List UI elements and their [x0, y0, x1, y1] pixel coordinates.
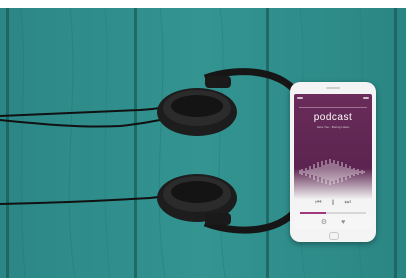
progress-fill: [300, 212, 327, 214]
home-button: [329, 232, 339, 240]
settings-icon: ⚙: [320, 219, 328, 226]
status-dot: [297, 97, 303, 99]
photo: podcast Here You - Boring Listen ⏮ ‖ ⏭ ⚙…: [0, 8, 406, 278]
podcast-title: podcast: [313, 112, 353, 123]
podcast-subtitle: Here You - Boring Listen: [316, 125, 350, 129]
next-icon: ⏭: [344, 199, 351, 206]
smartphone: podcast Here You - Boring Listen ⏮ ‖ ⏭ ⚙…: [290, 82, 376, 242]
phone-speaker: [326, 87, 340, 89]
status-bar: [297, 96, 369, 100]
previous-icon: ⏮: [315, 199, 322, 206]
audio-waveform: [299, 159, 365, 185]
phone-screen: podcast Here You - Boring Listen ⏮ ‖ ⏭ ⚙…: [294, 94, 372, 229]
status-dot: [363, 97, 369, 99]
heart-icon: ♥: [341, 218, 346, 226]
playback-controls: ⏮ ‖ ⏭: [294, 198, 372, 208]
search-bar: [299, 103, 367, 108]
progress-bar: [300, 212, 366, 214]
pause-icon: ‖: [331, 199, 335, 207]
bottom-icons: ⚙ ♥: [294, 217, 372, 227]
